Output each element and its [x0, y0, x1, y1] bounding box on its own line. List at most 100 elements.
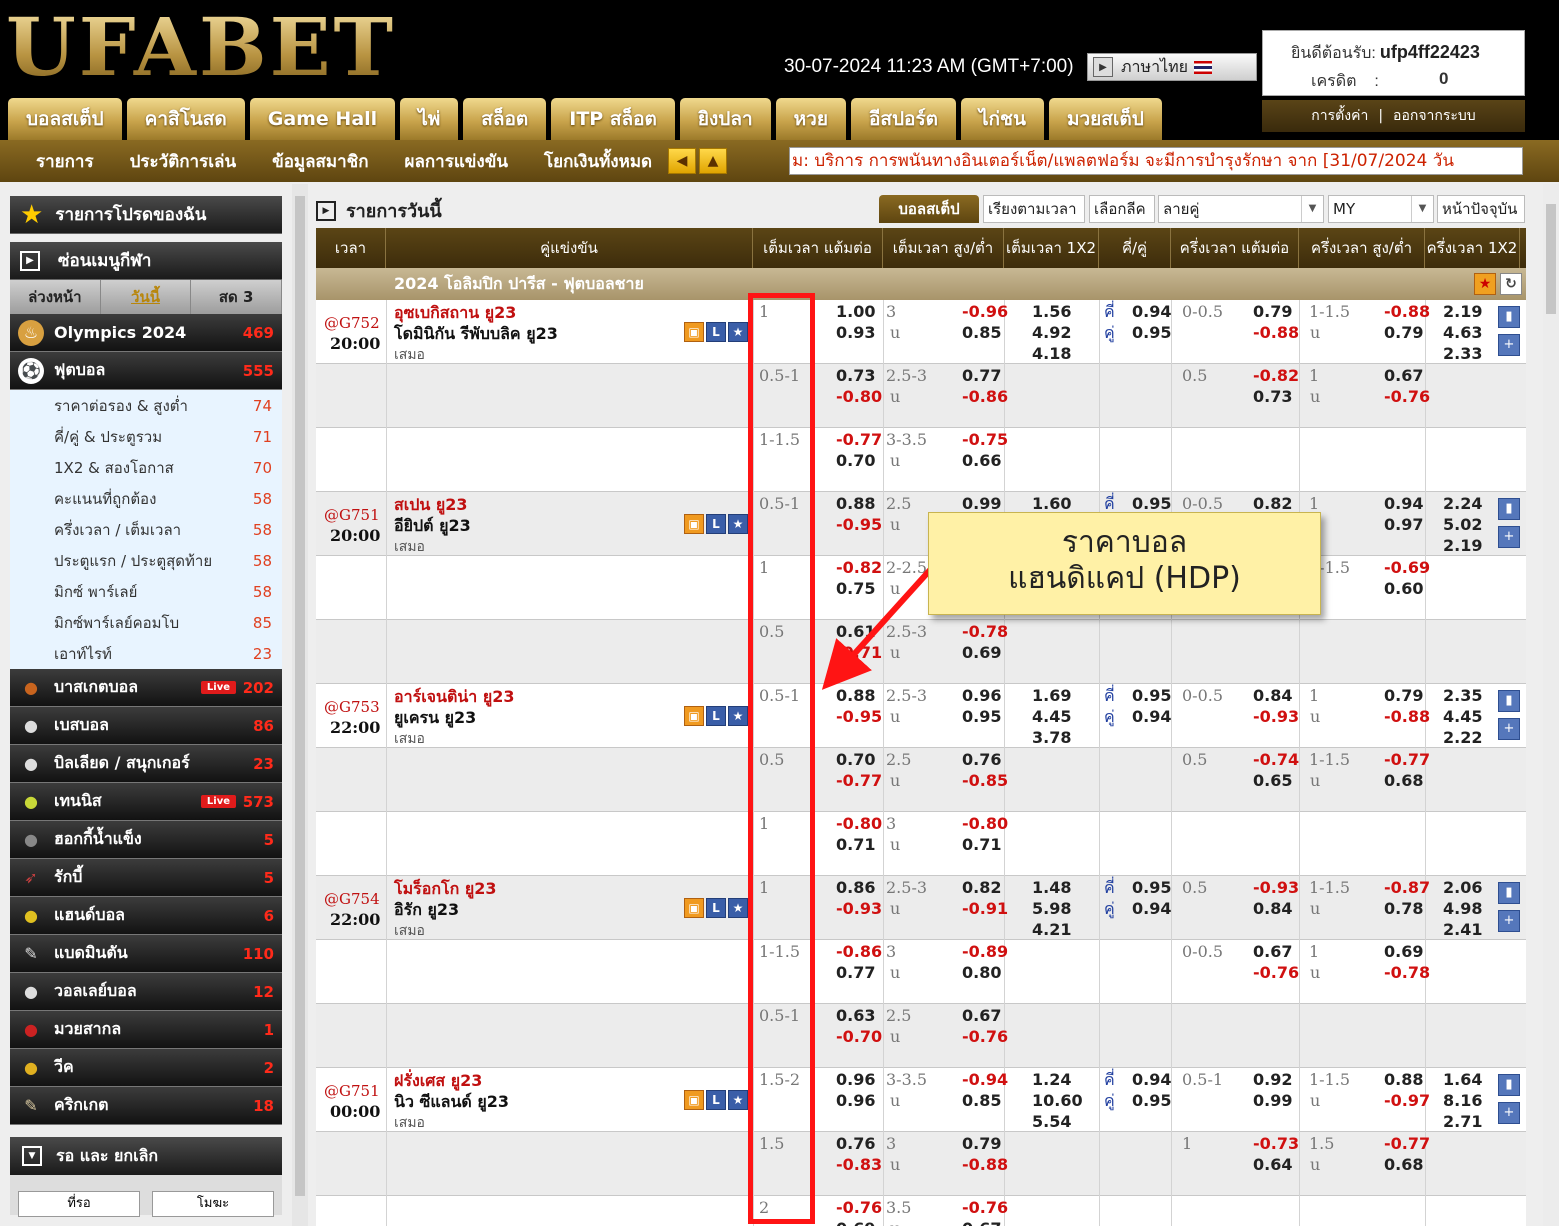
sidebar-sport-item[interactable]: ● วีค 2: [10, 1049, 282, 1087]
odds-1x2-away[interactable]: 10.60: [1032, 1090, 1083, 1111]
tab-today[interactable]: วันนี้: [101, 280, 192, 314]
nav-tab[interactable]: บอลสเต็ป: [8, 98, 122, 140]
odds-ht-1x2-draw[interactable]: 2.41: [1443, 919, 1482, 940]
odds-ht-ou-under[interactable]: 0.68: [1384, 770, 1423, 791]
odds-ht-ou-over[interactable]: -0.69: [1384, 557, 1430, 578]
odds-hdp-away[interactable]: 0.93: [836, 322, 875, 343]
sidebar-sport-item[interactable]: ● บาสเกตบอล Live 202: [10, 669, 282, 707]
odds-ht-1x2-draw[interactable]: 2.19: [1443, 535, 1482, 556]
subnav-results[interactable]: ผลการแข่งขัน: [405, 148, 508, 175]
odds-odd[interactable]: 0.94: [1132, 1069, 1171, 1090]
sidebar-sport-item[interactable]: ✎ คริกเกต 18: [10, 1087, 282, 1125]
odds-ht-hdp-home[interactable]: 0.79: [1253, 301, 1292, 322]
odds-ht-ou-under[interactable]: 0.79: [1384, 322, 1423, 343]
odds-ou-under[interactable]: -0.86: [962, 386, 1008, 407]
odds-ht-hdp-away[interactable]: 0.84: [1253, 898, 1292, 919]
odds-ou-over[interactable]: 0.99: [962, 493, 1001, 514]
live-l-icon[interactable]: L: [706, 514, 726, 534]
odds-ht-ou-over[interactable]: 0.88: [1384, 1069, 1423, 1090]
odds-1x2-home[interactable]: 1.60: [1032, 493, 1071, 514]
nav-tab[interactable]: คาสิโนสด: [126, 98, 245, 140]
odds-ou-under[interactable]: -0.91: [962, 898, 1008, 919]
football-sub-item[interactable]: ราคาต่อรอง & สูงต่ำ 74: [10, 390, 282, 421]
odds-hdp-home[interactable]: -0.76: [836, 1197, 882, 1218]
tab-live[interactable]: สด 3: [191, 280, 283, 314]
choose-league-button[interactable]: เลือกลีค: [1089, 195, 1155, 223]
nav-tab[interactable]: ยิงปลา: [679, 98, 771, 140]
odds-ht-ou-under[interactable]: -0.97: [1384, 1090, 1430, 1111]
odds-type-select[interactable]: MY ▼: [1328, 195, 1434, 223]
sidebar-sport-item[interactable]: ● แฮนด์บอล 6: [10, 897, 282, 935]
odds-ou-under[interactable]: -0.85: [962, 770, 1008, 791]
pending-button[interactable]: ที่รอ: [18, 1191, 140, 1217]
star-icon[interactable]: ★: [728, 706, 748, 726]
subnav-profile[interactable]: ข้อมูลสมาชิก: [272, 148, 368, 175]
odds-ht-1x2-draw[interactable]: 2.71: [1443, 1111, 1482, 1132]
odds-1x2-draw[interactable]: 5.54: [1032, 1111, 1071, 1132]
sidebar-item-football[interactable]: ⚽ ฟุตบอล 555: [10, 352, 282, 390]
void-button[interactable]: โมฆะ: [152, 1191, 274, 1217]
odds-hdp-home[interactable]: 0.76: [836, 1133, 875, 1154]
odds-ou-over[interactable]: -0.75: [962, 429, 1008, 450]
odds-ht-1x2-home[interactable]: 2.06: [1443, 877, 1482, 898]
odds-hdp-away[interactable]: -0.95: [836, 514, 882, 535]
odds-ht-1x2-away[interactable]: 4.98: [1443, 898, 1482, 919]
odds-ht-ou-under[interactable]: -0.88: [1384, 706, 1430, 727]
odds-ht-1x2-away[interactable]: 4.45: [1443, 706, 1482, 727]
stats-chart-icon[interactable]: ▮: [1498, 306, 1520, 328]
refresh-icon[interactable]: ↻: [1500, 273, 1522, 295]
football-sub-item[interactable]: ครึ่งเวลา / เต็มเวลา 58: [10, 514, 282, 545]
odds-ou-over[interactable]: -0.76: [962, 1197, 1008, 1218]
live-l-icon[interactable]: L: [706, 706, 726, 726]
arrow-up-icon[interactable]: ▲: [699, 148, 728, 174]
odds-ht-ou-over[interactable]: 0.67: [1384, 365, 1423, 386]
odds-ht-hdp-home[interactable]: 0.82: [1253, 493, 1292, 514]
odds-hdp-home[interactable]: 0.63: [836, 1005, 875, 1026]
odds-1x2-away[interactable]: 4.45: [1032, 706, 1071, 727]
odds-1x2-draw[interactable]: 4.21: [1032, 919, 1071, 940]
tv-icon[interactable]: ▣: [684, 1090, 704, 1110]
star-icon[interactable]: ★: [728, 322, 748, 342]
tab-early[interactable]: ล่วงหน้า: [10, 280, 101, 314]
odds-ht-1x2-home[interactable]: 2.19: [1443, 301, 1482, 322]
odds-ht-ou-under[interactable]: 0.78: [1384, 898, 1423, 919]
plus-icon[interactable]: +: [1498, 718, 1520, 740]
odds-hdp-home[interactable]: 0.96: [836, 1069, 875, 1090]
odds-ht-1x2-away[interactable]: 5.02: [1443, 514, 1482, 535]
pair-select[interactable]: ลายคู่ ▼: [1158, 195, 1324, 223]
odds-ht-ou-over[interactable]: -0.87: [1384, 877, 1430, 898]
odds-ht-hdp-home[interactable]: -0.93: [1253, 877, 1299, 898]
subnav-list[interactable]: รายการ: [36, 148, 94, 175]
odds-ou-under[interactable]: -0.76: [962, 1026, 1008, 1047]
announcement-ticker[interactable]: ม: บริการ การพนันทางอินเตอร์เน็ต/แพลตฟอร…: [789, 147, 1523, 175]
plus-icon[interactable]: +: [1498, 334, 1520, 356]
nav-tab[interactable]: อีสปอร์ต: [850, 98, 956, 140]
football-sub-item[interactable]: มิกซ์ พาร์เลย์ 58: [10, 576, 282, 607]
odds-ou-under[interactable]: 0.69: [962, 642, 1001, 663]
sidebar-sport-item[interactable]: ➶ รักบี้ 5: [10, 859, 282, 897]
plus-icon[interactable]: +: [1498, 910, 1520, 932]
odds-hdp-home[interactable]: 0.61: [836, 621, 875, 642]
odds-ou-under[interactable]: -0.88: [962, 1154, 1008, 1175]
odds-ht-hdp-home[interactable]: -0.82: [1253, 365, 1299, 386]
odds-even[interactable]: 0.94: [1132, 898, 1171, 919]
odds-even[interactable]: 0.95: [1132, 322, 1171, 343]
subnav-history[interactable]: ประวัติการเล่น: [130, 148, 236, 175]
logout-link[interactable]: ออกจากระบบ: [1393, 105, 1476, 127]
odds-ht-1x2-away[interactable]: 8.16: [1443, 1090, 1482, 1111]
hide-menu-header[interactable]: ▶ ซ่อนเมนูกีฬา: [10, 242, 282, 280]
odds-ht-1x2-away[interactable]: 4.63: [1443, 322, 1482, 343]
nav-tab[interactable]: หวย: [775, 98, 846, 140]
odds-ht-ou-over[interactable]: -0.88: [1384, 301, 1430, 322]
odds-ou-over[interactable]: -0.80: [962, 813, 1008, 834]
tv-icon[interactable]: ▣: [684, 514, 704, 534]
league-header[interactable]: 2024 โอลิมปิก ปารีส - ฟุตบอลชาย ★ ↻: [316, 268, 1526, 300]
odds-hdp-away[interactable]: -0.95: [836, 706, 882, 727]
odds-hdp-away[interactable]: 0.71: [836, 834, 875, 855]
plus-icon[interactable]: +: [1498, 1102, 1520, 1124]
sidebar-sport-item[interactable]: ✎ แบดมินตัน 110: [10, 935, 282, 973]
odds-hdp-away[interactable]: -0.71: [836, 642, 882, 663]
sidebar-item-olympics[interactable]: ♨ Olympics 2024 469: [10, 314, 282, 352]
odds-ou-over[interactable]: 0.76: [962, 749, 1001, 770]
odds-1x2-home[interactable]: 1.56: [1032, 301, 1071, 322]
